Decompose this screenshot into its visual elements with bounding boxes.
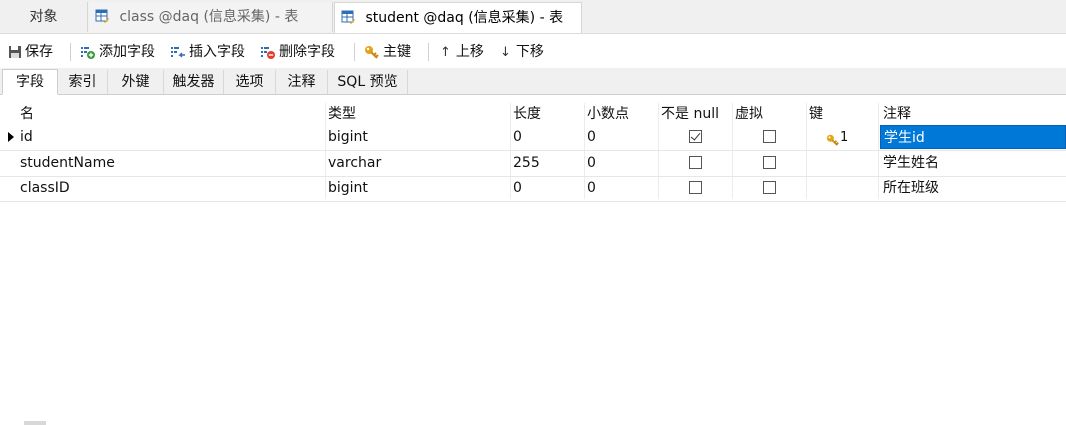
subtab-triggers[interactable]: 触发器 xyxy=(164,70,224,94)
col-header-key[interactable]: 键 xyxy=(809,103,823,125)
virtual-checkbox[interactable] xyxy=(763,181,776,194)
insert-field-icon xyxy=(171,47,185,58)
toolbar-separator xyxy=(70,43,71,61)
fields-grid: 名 类型 长度 小数点 不是 null 虚拟 键 注释 id bigint 0 … xyxy=(0,95,1066,425)
subtab-foreign-keys-label: 外键 xyxy=(121,74,150,90)
designer-subtab-bar: 字段 索引 外键 触发器 选项 注释 SQL 预览 xyxy=(0,68,1066,95)
primary-key-label: 主键 xyxy=(383,44,411,60)
field-comment-cell[interactable]: 学生姓名 xyxy=(883,151,939,176)
key-cell[interactable]: 1 xyxy=(826,125,848,150)
subtab-options[interactable]: 选项 xyxy=(224,70,276,94)
field-length-cell[interactable]: 255 xyxy=(513,151,540,176)
field-length-cell[interactable]: 0 xyxy=(513,125,522,150)
primary-key-button[interactable]: 主键 xyxy=(364,42,411,62)
add-field-button[interactable]: 添加字段 xyxy=(80,42,155,62)
col-header-length[interactable]: 长度 xyxy=(513,103,541,125)
virtual-checkbox[interactable] xyxy=(763,130,776,143)
current-row-indicator-icon xyxy=(8,132,14,142)
tab-student-table[interactable]: student @daq (信息采集) - 表 xyxy=(334,2,582,33)
table-row[interactable]: id bigint 0 0 1 学生id xyxy=(0,125,1066,151)
toolbar-separator xyxy=(428,43,429,61)
subtab-options-label: 选项 xyxy=(235,74,264,90)
key-icon xyxy=(365,46,379,59)
virtual-checkbox[interactable] xyxy=(763,156,776,169)
col-header-virtual[interactable]: 虚拟 xyxy=(735,103,763,125)
horizontal-scrollbar-thumb[interactable] xyxy=(24,421,46,425)
add-field-label: 添加字段 xyxy=(99,44,155,60)
not-null-checkbox[interactable] xyxy=(689,156,702,169)
field-type-cell[interactable]: bigint xyxy=(328,176,368,201)
field-length-cell[interactable]: 0 xyxy=(513,176,522,201)
field-comment-cell[interactable]: 所在班级 xyxy=(883,176,939,201)
grid-header: 名 类型 长度 小数点 不是 null 虚拟 键 注释 xyxy=(0,103,1066,125)
save-label: 保存 xyxy=(25,44,53,60)
insert-field-label: 插入字段 xyxy=(189,44,245,60)
subtab-indexes[interactable]: 索引 xyxy=(58,70,108,94)
field-decimals-cell[interactable]: 0 xyxy=(587,151,596,176)
toolbar-separator xyxy=(354,43,355,61)
subtab-triggers-label: 触发器 xyxy=(172,74,215,90)
field-name-cell[interactable]: studentName xyxy=(20,151,115,176)
not-null-checkbox[interactable] xyxy=(689,181,702,194)
arrow-up-icon: ↑ xyxy=(440,45,451,60)
table-row[interactable]: classID bigint 0 0 所在班级 xyxy=(0,176,1066,202)
tab-objects-label: 对象 xyxy=(29,9,58,25)
not-null-checkbox[interactable] xyxy=(689,130,702,143)
subtab-sql-preview[interactable]: SQL 预览 xyxy=(328,70,408,94)
field-type-cell[interactable]: varchar xyxy=(328,151,381,176)
field-type-cell[interactable]: bigint xyxy=(328,125,368,150)
add-field-icon xyxy=(81,47,95,59)
document-tab-bar: 对象 class @daq (信息采集) - 表 student @daq (信… xyxy=(0,0,1066,34)
table-design-icon xyxy=(95,9,109,23)
subtab-fields-label: 字段 xyxy=(16,74,44,90)
key-order-label: 1 xyxy=(840,130,849,145)
col-header-type[interactable]: 类型 xyxy=(328,103,356,125)
table-design-icon xyxy=(341,10,355,24)
col-header-not-null[interactable]: 不是 null xyxy=(661,103,719,125)
field-comment-text: 学生id xyxy=(884,130,925,146)
move-down-label: 下移 xyxy=(515,44,544,60)
col-header-decimals[interactable]: 小数点 xyxy=(587,103,629,125)
subtab-fields[interactable]: 字段 xyxy=(2,69,58,95)
delete-field-button[interactable]: 删除字段 xyxy=(260,42,335,62)
field-name-cell[interactable]: classID xyxy=(20,176,70,201)
delete-field-label: 删除字段 xyxy=(279,44,335,60)
field-decimals-cell[interactable]: 0 xyxy=(587,125,596,150)
comment-cell-selected[interactable]: 学生id xyxy=(880,125,1066,149)
tab-student-table-label: student @daq (信息采集) - 表 xyxy=(365,10,564,26)
save-button[interactable]: 保存 xyxy=(8,42,53,62)
field-decimals-cell[interactable]: 0 xyxy=(587,176,596,201)
subtab-sql-preview-label: SQL 预览 xyxy=(337,74,398,90)
tab-class-table[interactable]: class @daq (信息采集) - 表 xyxy=(89,2,333,32)
col-header-comment[interactable]: 注释 xyxy=(883,103,911,125)
key-icon xyxy=(826,134,839,146)
table-row[interactable]: studentName varchar 255 0 学生姓名 xyxy=(0,151,1066,177)
subtab-comment-label: 注释 xyxy=(287,74,316,90)
field-name-cell[interactable]: id xyxy=(20,125,33,150)
save-icon xyxy=(9,46,21,58)
move-down-button[interactable]: ↓ 下移 xyxy=(500,42,544,62)
insert-field-button[interactable]: 插入字段 xyxy=(170,42,245,62)
delete-field-icon xyxy=(261,47,275,59)
tab-class-table-label: class @daq (信息采集) - 表 xyxy=(119,9,299,25)
tab-objects[interactable]: 对象 xyxy=(0,2,88,32)
subtab-indexes-label: 索引 xyxy=(68,74,97,90)
move-up-label: 上移 xyxy=(455,44,484,60)
subtab-comment[interactable]: 注释 xyxy=(276,70,328,94)
designer-toolbar: 保存 添加字段 插入字段 删除字段 主键 ↑ 上移 ↓ 下移 xyxy=(0,34,1066,68)
col-header-name[interactable]: 名 xyxy=(20,103,34,125)
arrow-down-icon: ↓ xyxy=(500,45,511,60)
subtab-foreign-keys[interactable]: 外键 xyxy=(108,70,164,94)
move-up-button[interactable]: ↑ 上移 xyxy=(440,42,484,62)
